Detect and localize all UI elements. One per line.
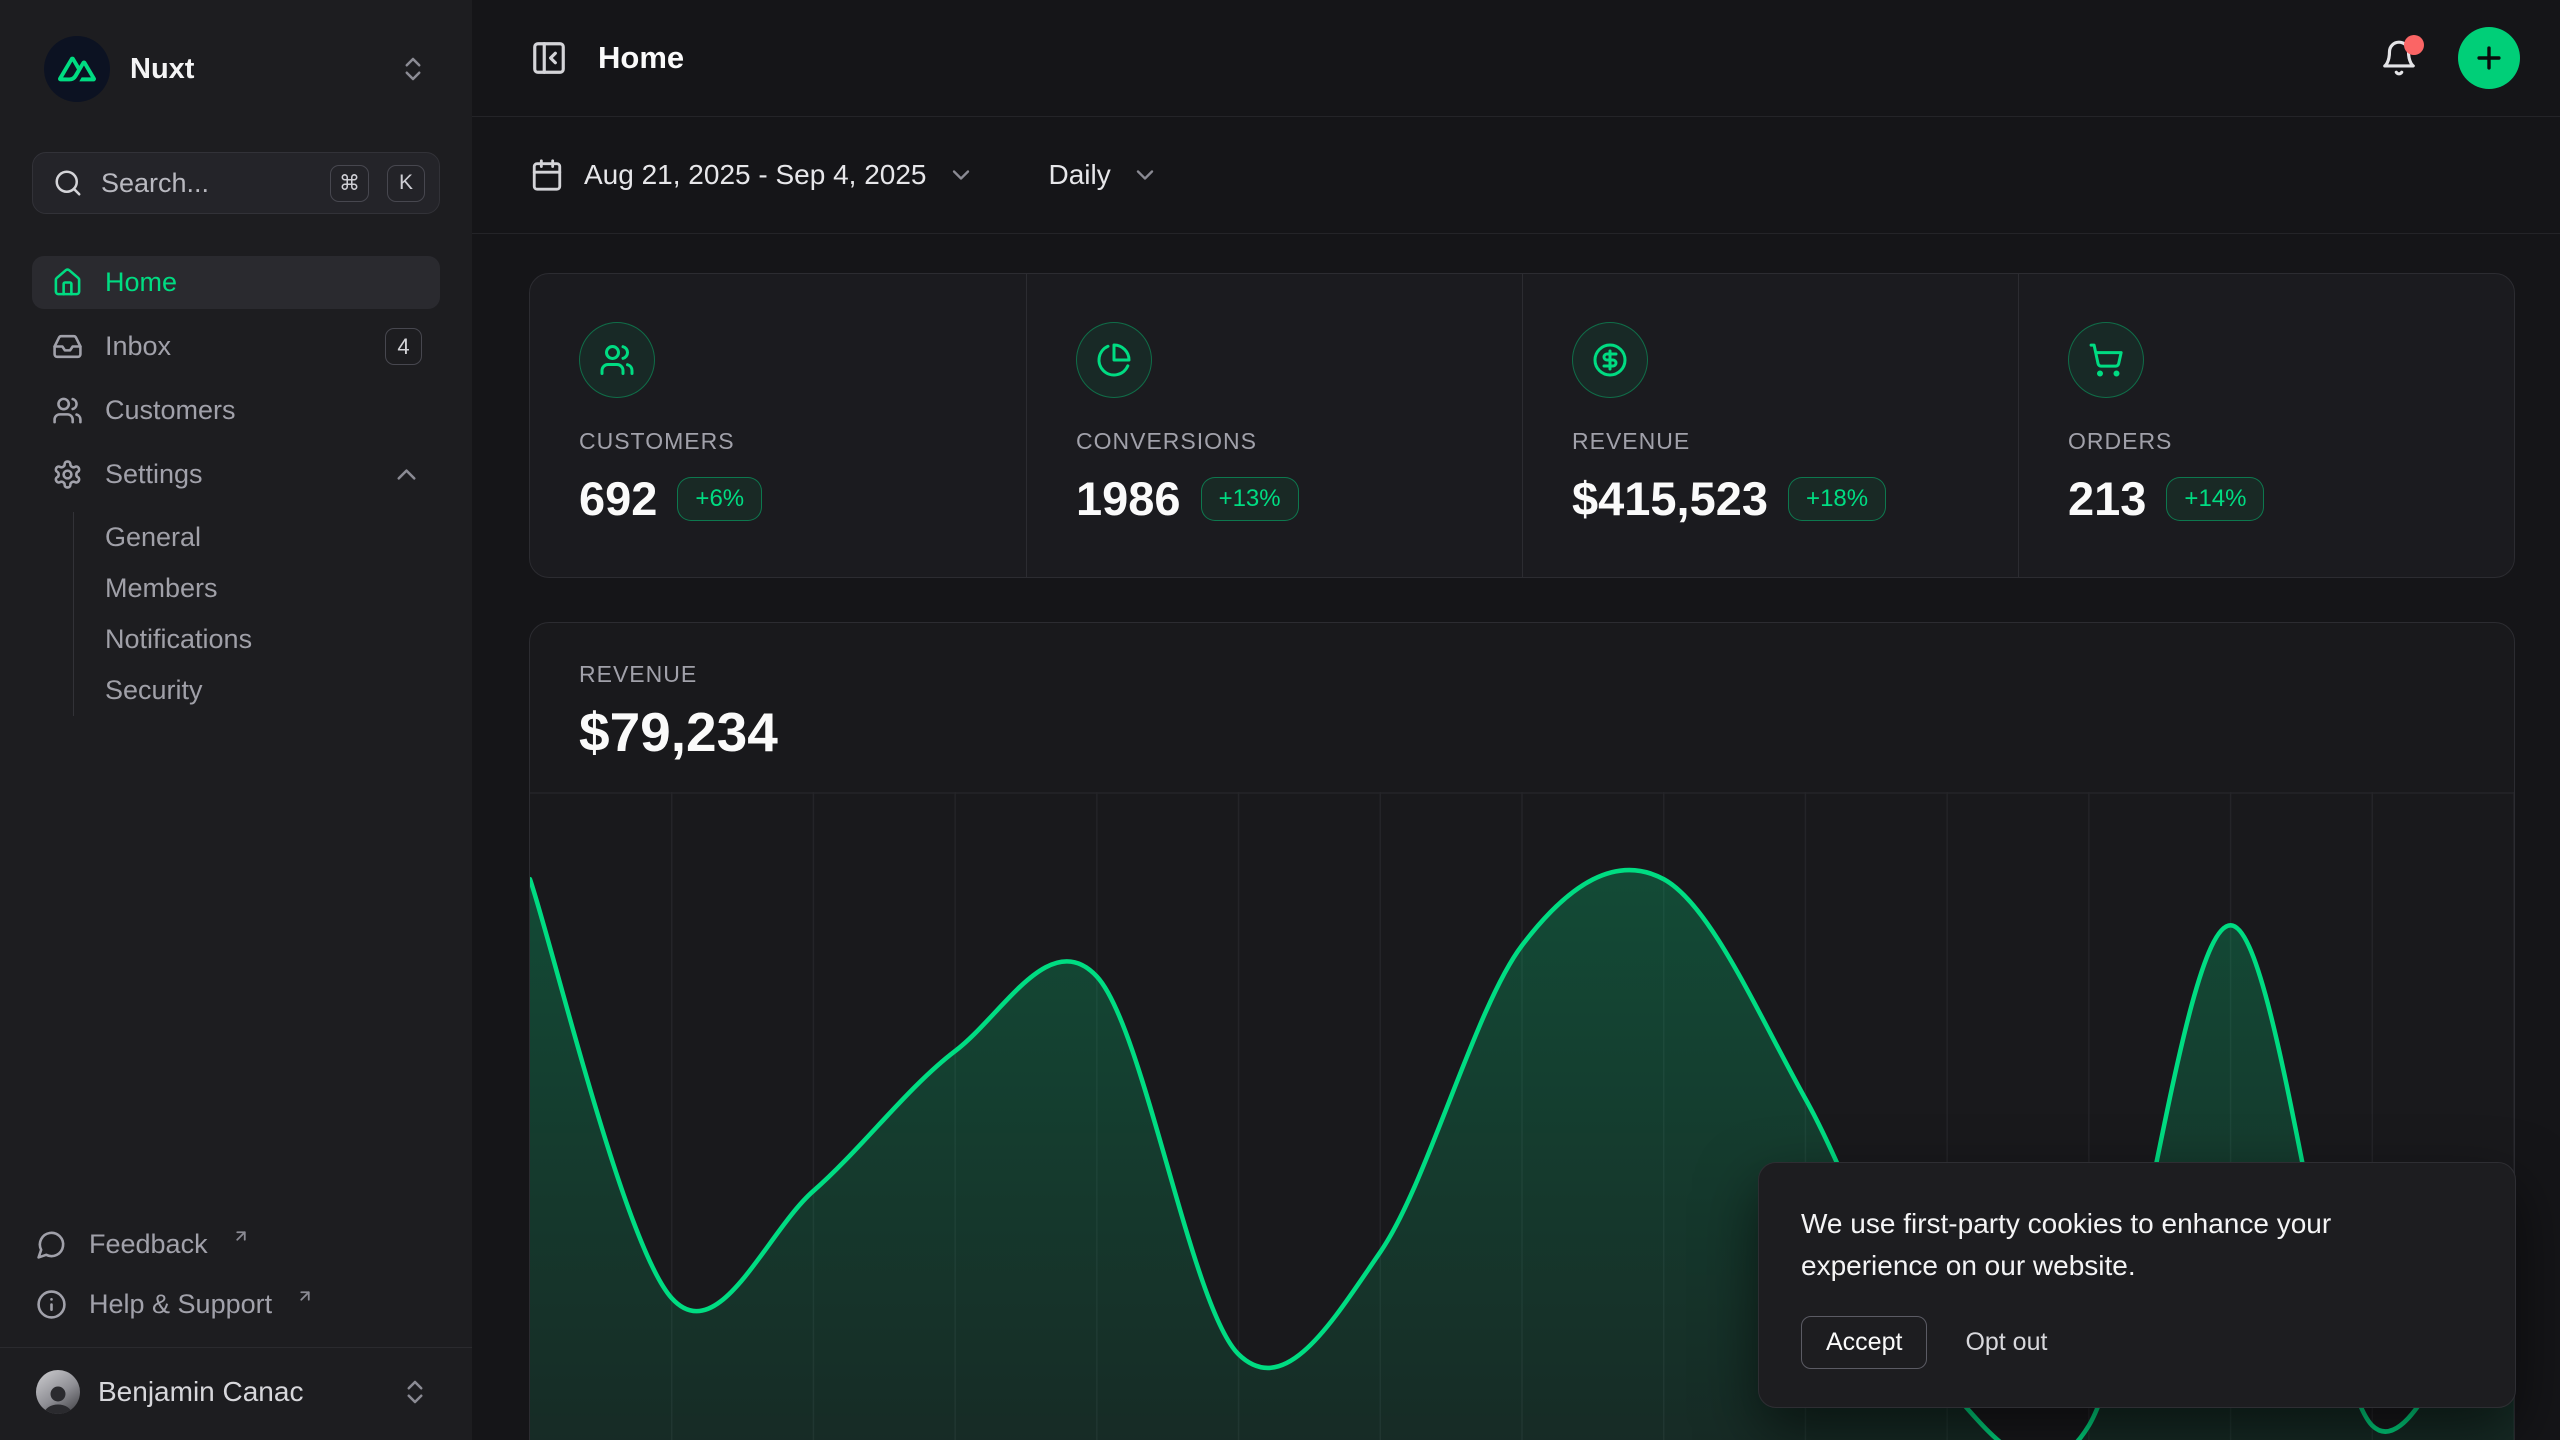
feedback-link[interactable]: Feedback [32,1219,440,1269]
stat-value: 213 [2068,471,2146,526]
sidebar-item-label: Inbox [105,331,171,362]
sidebar-item-label: Home [105,267,177,298]
submenu-label: Security [105,675,203,706]
stat-card-revenue[interactable]: REVENUE $415,523 +18% [1522,274,2018,577]
revenue-chart-label: REVENUE [579,661,2465,688]
opt-out-button[interactable]: Opt out [1965,1317,2047,1368]
inbox-icon [52,331,83,362]
sidebar-item-settings[interactable]: Settings [32,448,440,501]
foot-link-label: Help & Support [89,1289,272,1320]
user-menu[interactable]: Benjamin Canac [32,1348,440,1440]
chevrons-up-down-icon [400,1377,430,1407]
stat-value: $415,523 [1572,471,1768,526]
home-icon [52,267,83,298]
notifications-button[interactable] [2374,33,2424,83]
sidebar-item-customers[interactable]: Customers [32,384,440,437]
chevron-up-icon [391,459,422,490]
stat-delta-badge: +18% [1788,477,1886,521]
help-support-link[interactable]: Help & Support [32,1279,440,1329]
foot-link-label: Feedback [89,1229,208,1260]
filter-toolbar: Aug 21, 2025 - Sep 4, 2025 Daily [472,117,2560,234]
inbox-count-badge: 4 [385,328,422,365]
sidebar-item-inbox[interactable]: Inbox 4 [32,320,440,373]
users-icon [579,322,655,398]
stat-label: CUSTOMERS [579,428,986,455]
sidebar-item-security[interactable]: Security [105,665,440,716]
kbd-cmd: ⌘ [330,165,369,202]
chevron-down-icon [1131,161,1159,189]
submenu-label: Members [105,573,218,604]
info-icon [36,1289,67,1320]
stat-card-customers[interactable]: CUSTOMERS 692 +6% [530,274,1026,577]
cart-icon [2068,322,2144,398]
stat-label: REVENUE [1572,428,1978,455]
cookie-message: We use first-party cookies to enhance yo… [1801,1203,2473,1286]
cookie-banner: We use first-party cookies to enhance yo… [1758,1162,2516,1408]
notification-dot [2404,35,2424,55]
sidebar-footer: Feedback Help & Support Benjamin Canac [32,1219,440,1440]
settings-submenu: General Members Notifications Security [73,512,440,716]
accept-button[interactable]: Accept [1801,1316,1927,1369]
sidebar-collapse-button[interactable] [530,39,568,77]
stat-card-orders[interactable]: ORDERS 213 +14% [2018,274,2514,577]
kbd-k: K [387,165,425,202]
stat-card-conversions[interactable]: CONVERSIONS 1986 +13% [1026,274,1522,577]
dollar-circle-icon [1572,322,1648,398]
page-header: Home [472,0,2560,117]
pie-chart-icon [1076,322,1152,398]
submenu-label: Notifications [105,624,252,655]
cookie-message-line2: experience on our website. [1801,1245,2473,1286]
sidebar-item-members[interactable]: Members [105,563,440,614]
stat-delta-badge: +14% [2166,477,2264,521]
search-input[interactable]: Search... ⌘ K [32,152,440,214]
date-range-value: Aug 21, 2025 - Sep 4, 2025 [584,159,927,191]
stat-label: ORDERS [2068,428,2474,455]
search-placeholder: Search... [101,168,312,199]
stat-value: 1986 [1076,471,1181,526]
workspace-name: Nuxt [130,53,194,86]
external-link-icon [296,1287,314,1305]
sidebar-item-notifications[interactable]: Notifications [105,614,440,665]
panel-left-close-icon [530,39,568,77]
sidebar: Nuxt Search... ⌘ K Home Inbox 4 Customer… [0,0,472,1440]
add-button[interactable] [2458,27,2520,89]
external-link-icon [232,1227,250,1245]
granularity-value: Daily [1049,159,1111,191]
sidebar-item-label: Customers [105,395,236,426]
calendar-icon [530,158,564,192]
page-title: Home [598,40,684,76]
nuxt-logo-icon [44,36,110,102]
search-icon [53,168,83,198]
date-range-picker[interactable]: Aug 21, 2025 - Sep 4, 2025 [530,158,975,192]
stat-value: 692 [579,471,657,526]
sidebar-item-home[interactable]: Home [32,256,440,309]
chevron-down-icon [947,161,975,189]
plus-icon [2472,41,2506,75]
stat-label: CONVERSIONS [1076,428,1482,455]
sidebar-nav: Home Inbox 4 Customers Settings General … [32,256,440,716]
gear-icon [52,459,83,490]
stat-delta-badge: +6% [677,477,762,521]
stat-delta-badge: +13% [1201,477,1299,521]
sidebar-item-general[interactable]: General [105,512,440,563]
chevrons-up-down-icon [398,54,428,84]
avatar [36,1370,80,1414]
sidebar-item-label: Settings [105,459,203,490]
stats-cards: CUSTOMERS 692 +6% CONVERSIONS 1986 +13% [529,273,2515,578]
submenu-label: General [105,522,201,553]
message-circle-icon [36,1229,67,1260]
workspace-selector[interactable]: Nuxt [32,30,440,108]
revenue-chart-value: $79,234 [579,700,2465,764]
cookie-message-line1: We use first-party cookies to enhance yo… [1801,1203,2473,1244]
user-name: Benjamin Canac [98,1376,303,1408]
granularity-select[interactable]: Daily [1049,159,1159,191]
users-icon [52,395,83,426]
